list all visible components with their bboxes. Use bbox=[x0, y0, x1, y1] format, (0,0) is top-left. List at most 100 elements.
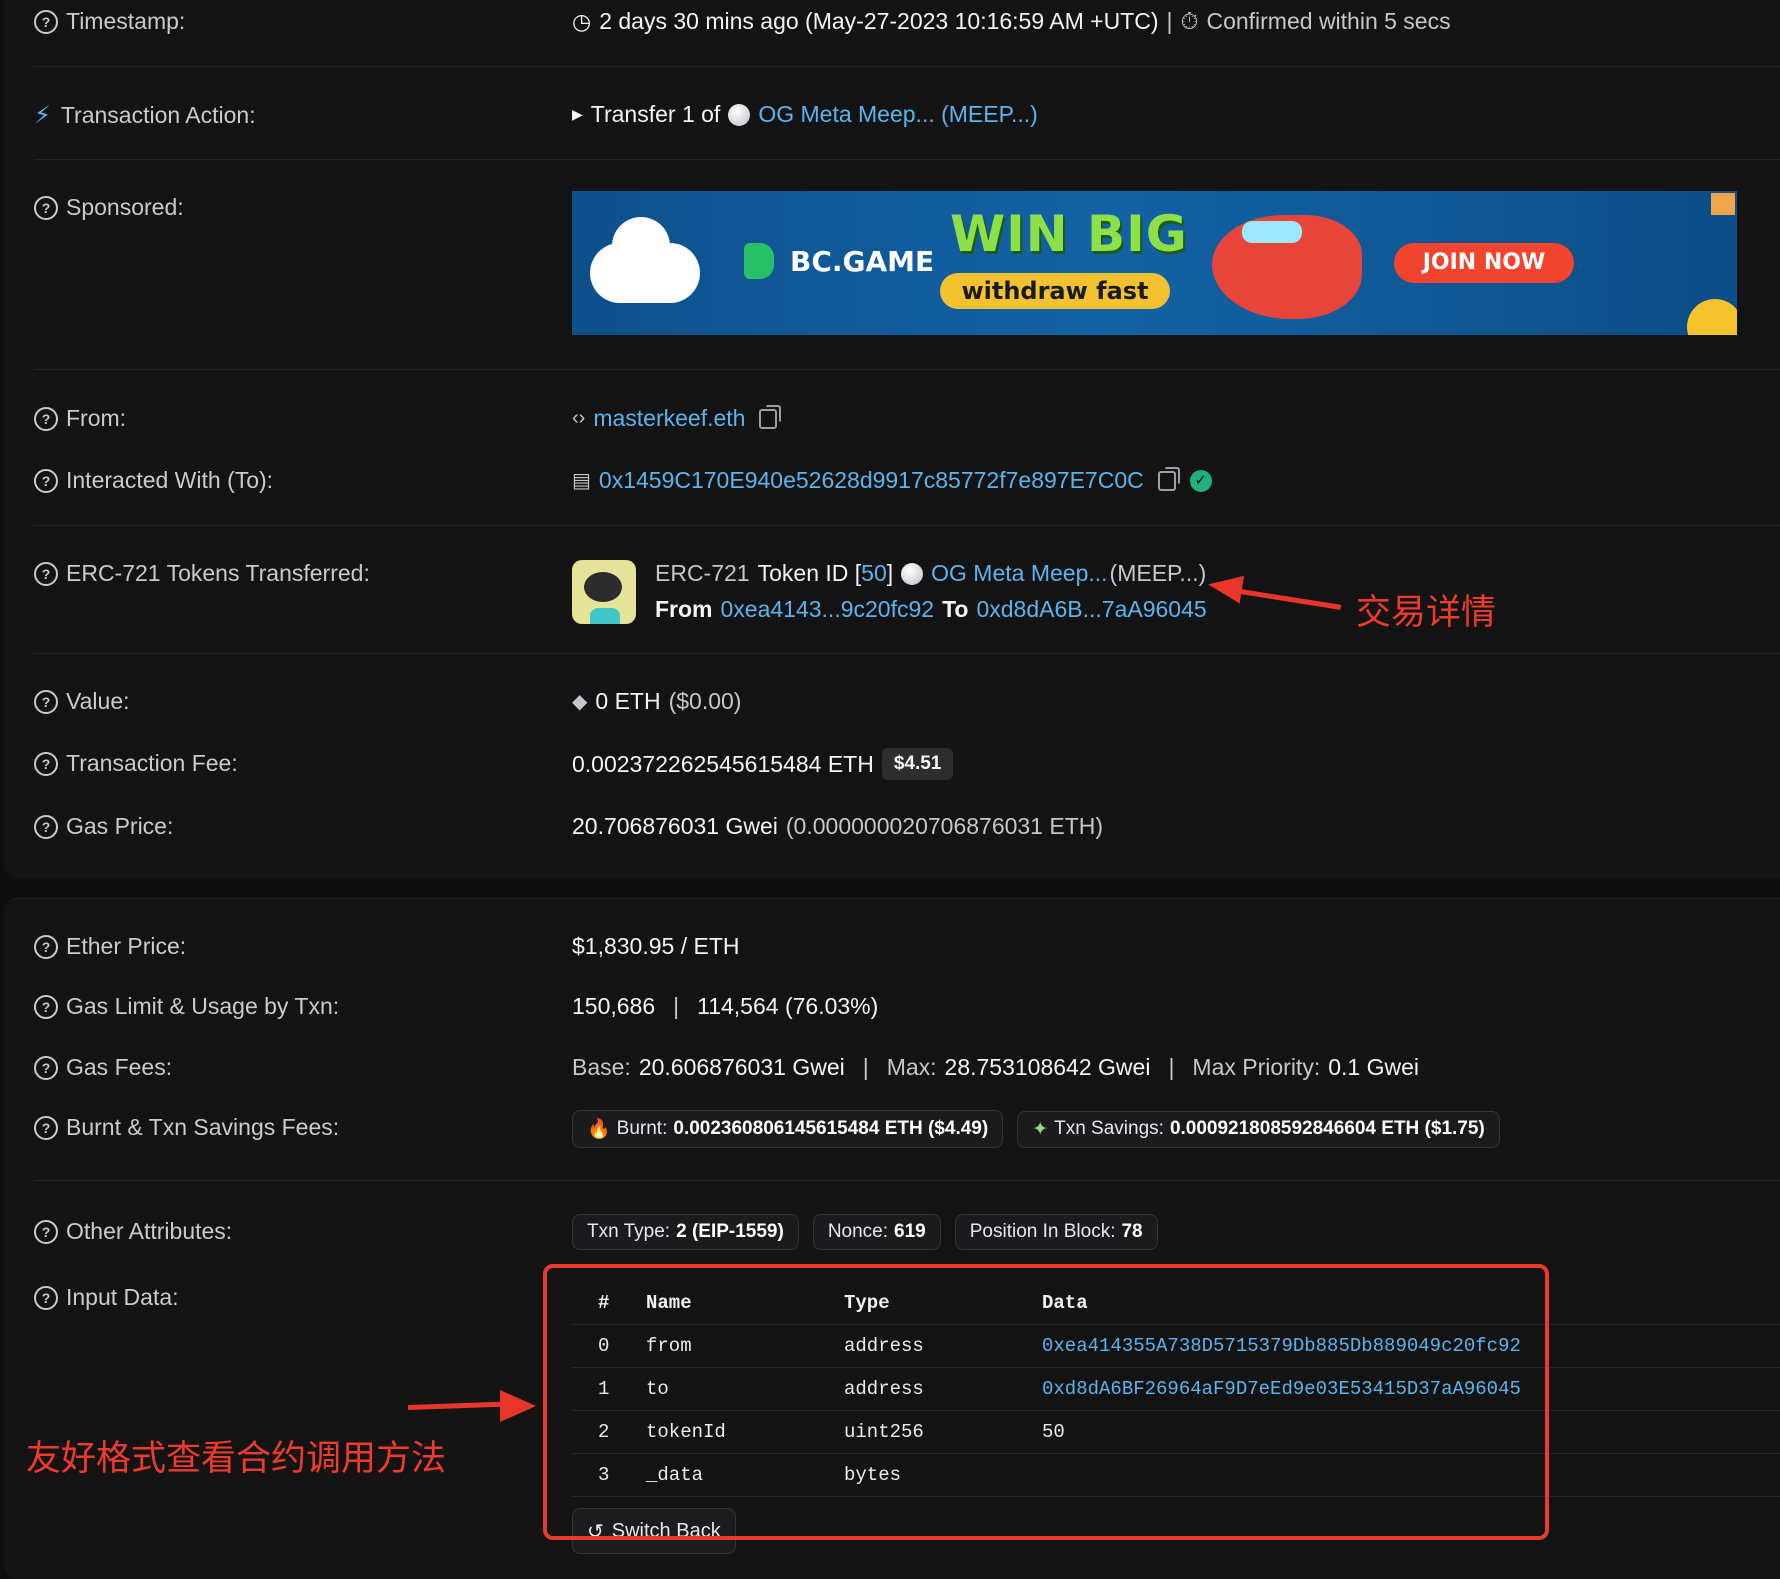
help-icon[interactable]: ? bbox=[34, 1055, 58, 1080]
position-in-block-pill: Position In Block: 78 bbox=[954, 1214, 1158, 1250]
sponsored-banner[interactable]: BC.GAME WIN BIG withdraw fast JOIN NOW bbox=[572, 191, 1737, 335]
help-icon[interactable]: ? bbox=[34, 1115, 58, 1140]
gas-limit-label: ? Gas Limit & Usage by Txn: bbox=[34, 993, 339, 1020]
nft-thumbnail[interactable] bbox=[572, 560, 636, 624]
divider bbox=[34, 369, 1780, 370]
annotation-arrowhead bbox=[1206, 570, 1244, 604]
help-icon[interactable]: ? bbox=[34, 561, 58, 586]
burnt-savings-label: ? Burnt & Txn Savings Fees: bbox=[34, 1114, 339, 1141]
txn-savings-pill: ✦ Txn Savings: 0.000921808592846604 ETH … bbox=[1017, 1110, 1500, 1148]
stopwatch-icon: ⏱ bbox=[1180, 8, 1199, 34]
caret-right-icon[interactable]: ▶ bbox=[572, 106, 583, 123]
code-icon: ‹› bbox=[572, 407, 586, 429]
table-row: 2 tokenId uint256 50 bbox=[572, 1411, 1780, 1454]
banner-brand: BC.GAME bbox=[790, 245, 935, 278]
token-id-link[interactable]: 50 bbox=[861, 560, 887, 586]
transaction-fee-value: 0.002372262545615484 ETH $4.51 bbox=[572, 748, 954, 780]
burnt-savings-value: 🔥 Burnt: 0.002360806145615484 ETH ($4.49… bbox=[572, 1110, 1500, 1148]
token-icon bbox=[901, 562, 924, 585]
table-row: 1 to address 0xd8dA6BF26964aF9D7eEd9e03E… bbox=[572, 1368, 1780, 1411]
help-icon[interactable]: ? bbox=[34, 751, 58, 776]
transaction-action-label: ⚡ Transaction Action: bbox=[34, 102, 256, 129]
to-data-link[interactable]: 0xd8dA6BF26964aF9D7eEd9e03E53415D37aA960… bbox=[1042, 1378, 1780, 1400]
join-now-button[interactable]: JOIN NOW bbox=[1394, 243, 1574, 283]
token-icon bbox=[728, 103, 751, 126]
erc721-line1: ERC-721 Token ID [50] OG Meta Meep... (M… bbox=[655, 560, 1207, 587]
gas-price-value: 20.706876031 Gwei (0.000000020706876031 … bbox=[572, 813, 1104, 839]
fee-usd-badge: $4.51 bbox=[881, 748, 954, 780]
coin-illustration bbox=[1687, 299, 1737, 335]
contract-address-link[interactable]: 0x1459C170E940e52628d9917c85772f7e897E7C… bbox=[599, 467, 1144, 494]
transaction-action-value: ▶ Transfer 1 of OG Meta Meep... (MEEP...… bbox=[572, 101, 1038, 128]
input-data-label: ? Input Data: bbox=[34, 1284, 179, 1311]
gas-limit-value: 150,686 | 114,564 (76.03%) bbox=[572, 993, 879, 1019]
annotation-friendly-format: 友好格式查看合约调用方法 bbox=[26, 1439, 447, 1479]
ether-price-label: ? Ether Price: bbox=[34, 933, 186, 960]
help-icon[interactable]: ? bbox=[34, 814, 58, 839]
value-value: ◆ 0 ETH ($0.00) bbox=[572, 688, 742, 714]
burnt-fee-pill: 🔥 Burnt: 0.002360806145615484 ETH ($4.49… bbox=[572, 1110, 1004, 1148]
help-icon[interactable]: ? bbox=[34, 406, 58, 431]
nonce-pill: Nonce: 619 bbox=[812, 1214, 941, 1250]
ethereum-icon: ◆ bbox=[572, 691, 588, 713]
help-icon[interactable]: ? bbox=[34, 934, 58, 959]
ether-price-value: $1,830.95 / ETH bbox=[572, 933, 740, 959]
timestamp-value: ◷ 2 days 30 mins ago (May-27-2023 10:16:… bbox=[572, 8, 1451, 34]
bc-game-logo-icon bbox=[744, 243, 774, 279]
copy-icon[interactable] bbox=[1157, 466, 1180, 491]
banner-headline: WIN BIG bbox=[950, 205, 1188, 263]
divider bbox=[34, 66, 1780, 67]
value-label: ? Value: bbox=[34, 688, 130, 715]
table-row: 0 from address 0xea414355A738D5715379Db8… bbox=[572, 1325, 1780, 1368]
gas-fees-value: Base: 20.606876031 Gwei | Max: 28.753108… bbox=[572, 1054, 1419, 1080]
lightning-icon: ⚡ bbox=[34, 102, 51, 129]
nft-to-link[interactable]: 0xd8dA6B...7aA96045 bbox=[976, 596, 1206, 623]
gas-fees-label: ? Gas Fees: bbox=[34, 1054, 172, 1081]
table-row: 3 _data bytes bbox=[572, 1454, 1780, 1497]
switch-back-button[interactable]: ↺ Switch Back bbox=[572, 1508, 736, 1554]
annotation-arrowhead bbox=[500, 1390, 536, 1422]
divider bbox=[34, 525, 1780, 526]
transaction-fee-label: ? Transaction Fee: bbox=[34, 750, 238, 777]
help-icon[interactable]: ? bbox=[34, 468, 58, 493]
ad-choices-icon[interactable] bbox=[1711, 193, 1735, 215]
contract-file-icon: ▤ bbox=[572, 470, 591, 492]
clock-icon: ◷ bbox=[572, 8, 592, 34]
copy-icon[interactable] bbox=[759, 404, 782, 429]
erc721-label: ? ERC-721 Tokens Transferred: bbox=[34, 560, 370, 587]
help-icon[interactable]: ? bbox=[34, 1285, 58, 1310]
help-icon[interactable]: ? bbox=[34, 195, 58, 220]
from-label: ? From: bbox=[34, 405, 126, 432]
mascot-illustration bbox=[1212, 215, 1362, 319]
undo-icon: ↺ bbox=[587, 1520, 604, 1543]
divider bbox=[34, 159, 1780, 160]
from-value: ‹› masterkeef.eth bbox=[572, 404, 782, 432]
help-icon[interactable]: ? bbox=[34, 994, 58, 1019]
to-value: ▤ 0x1459C170E940e52628d9917c85772f7e897E… bbox=[572, 466, 1212, 494]
banner-subheadline: withdraw fast bbox=[940, 273, 1170, 309]
verified-check-icon: ✓ bbox=[1189, 469, 1212, 492]
from-address-link[interactable]: masterkeef.eth bbox=[593, 405, 745, 432]
token-link[interactable]: OG Meta Meep... (MEEP...) bbox=[758, 101, 1038, 128]
money-wings-icon: ✦ bbox=[1032, 1118, 1049, 1140]
input-data-table: # Name Type Data 0 from address 0xea4143… bbox=[572, 1282, 1780, 1497]
sponsored-label: ? Sponsored: bbox=[34, 194, 184, 221]
table-header-row: # Name Type Data bbox=[572, 1282, 1780, 1325]
other-attributes-value: Txn Type: 2 (EIP-1559) Nonce: 619 Position… bbox=[572, 1214, 1158, 1250]
from-data-link[interactable]: 0xea414355A738D5715379Db885Db889049c20fc… bbox=[1042, 1335, 1780, 1357]
other-attributes-label: ? Other Attributes: bbox=[34, 1218, 232, 1245]
gas-price-label: ? Gas Price: bbox=[34, 813, 173, 840]
help-icon[interactable]: ? bbox=[34, 9, 58, 34]
nft-from-link[interactable]: 0xea4143...9c20fc92 bbox=[721, 596, 935, 623]
cloud-illustration bbox=[590, 217, 700, 303]
divider bbox=[34, 1180, 1780, 1181]
fire-icon: 🔥 bbox=[587, 1119, 611, 1140]
help-icon[interactable]: ? bbox=[34, 1219, 58, 1244]
annotation-detail: 交易详情 bbox=[1356, 593, 1497, 633]
erc721-line2: From 0xea4143...9c20fc92 To 0xd8dA6B...7… bbox=[655, 596, 1207, 623]
nft-collection-link[interactable]: OG Meta Meep... bbox=[931, 560, 1107, 587]
timestamp-label: ? Timestamp: bbox=[34, 8, 185, 35]
help-icon[interactable]: ? bbox=[34, 689, 58, 714]
divider bbox=[34, 653, 1780, 654]
txn-type-pill: Txn Type: 2 (EIP-1559) bbox=[572, 1214, 799, 1250]
